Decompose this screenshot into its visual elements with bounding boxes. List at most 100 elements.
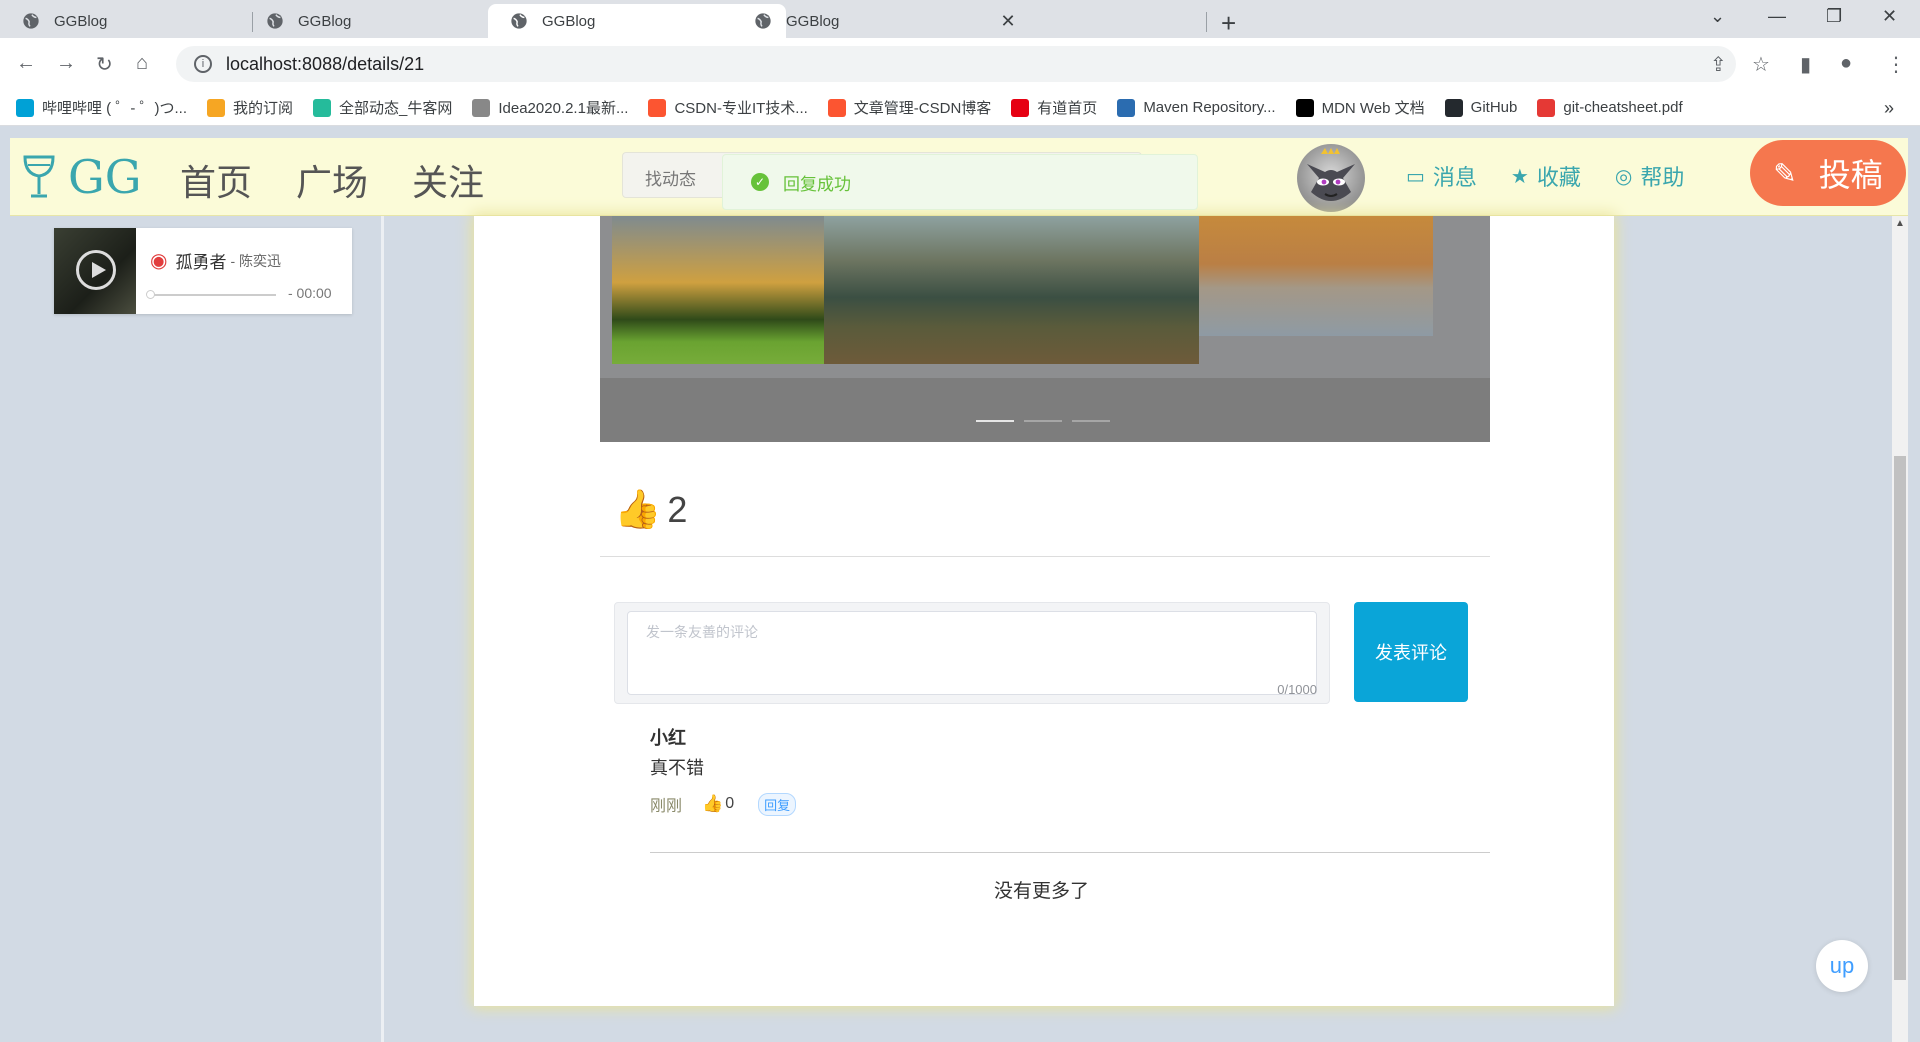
bookmark-label: CSDN-专业IT技术... xyxy=(674,100,808,117)
favorites-label: 收藏 xyxy=(1536,165,1581,190)
messages-label: 消息 xyxy=(1432,165,1477,190)
progress-handle[interactable] xyxy=(146,290,155,299)
profile-icon[interactable]: ● xyxy=(1840,52,1852,75)
bookmarks-more-icon[interactable]: » xyxy=(1884,98,1894,119)
bookmark-label: 有道首页 xyxy=(1037,100,1098,117)
thumbs-up-icon: 👍 xyxy=(702,794,724,813)
comment-input[interactable] xyxy=(627,611,1317,695)
carousel-indicator[interactable] xyxy=(976,420,1014,422)
bookmark-label: GitHub xyxy=(1470,99,1518,116)
bookmark-label: 哔哩哔哩 ( ゜- ゜)つ... xyxy=(42,100,187,117)
comment-like[interactable]: 👍 0 xyxy=(702,794,734,814)
comment-user[interactable]: 小红 xyxy=(650,724,796,750)
share-icon[interactable]: ⇪ xyxy=(1710,52,1727,77)
nav-square[interactable]: 广场 xyxy=(296,154,368,206)
song-artist: - 陈奕迅 xyxy=(230,252,282,269)
track-info: ◉ 孤勇者 - 陈奕迅 xyxy=(150,248,281,273)
minimize-icon[interactable]: — xyxy=(1768,6,1786,27)
scrollbar-thumb[interactable] xyxy=(1894,456,1906,980)
progress-bar[interactable] xyxy=(150,294,276,296)
new-tab-icon[interactable]: + xyxy=(1221,8,1236,39)
tab-title: GGBlog xyxy=(54,12,108,30)
close-window-icon[interactable]: ✕ xyxy=(1882,6,1897,27)
bookmark-item[interactable]: GitHub xyxy=(1444,98,1518,117)
nav-follow[interactable]: 关注 xyxy=(412,154,484,206)
bookmark-item[interactable]: 我的订阅 xyxy=(207,97,293,118)
back-icon[interactable]: ← xyxy=(16,52,36,75)
carousel-indicator[interactable] xyxy=(1072,420,1110,422)
bookmark-favicon-icon xyxy=(1117,98,1136,117)
scrollbar[interactable]: ▲ xyxy=(1892,216,1908,1042)
scroll-up-arrow-icon[interactable]: ▲ xyxy=(1895,218,1905,229)
home-icon[interactable]: ⌂ xyxy=(136,52,148,75)
favorites-link[interactable]: ★ 收藏 xyxy=(1511,160,1581,192)
bookmark-star-icon[interactable]: ☆ xyxy=(1752,52,1770,77)
carousel-image-lake xyxy=(1199,216,1433,336)
bookmark-favicon-icon xyxy=(827,98,846,117)
tab-title: GGBlog xyxy=(298,12,352,30)
globe-icon xyxy=(511,13,527,29)
post-like[interactable]: 👍 2 xyxy=(614,488,687,532)
close-tab-icon[interactable]: ✕ xyxy=(998,11,1018,32)
address-bar: ← → ↻ ⌂ i localhost:8088/details/21 ⇪ ☆ … xyxy=(0,38,1920,90)
submit-post-button[interactable]: ✎ 投稿 xyxy=(1750,140,1906,206)
help-label: 帮助 xyxy=(1640,165,1685,190)
message-icon: ▭ xyxy=(1406,165,1425,188)
bookmark-item[interactable]: MDN Web 文档 xyxy=(1295,97,1425,118)
wine-glass-icon xyxy=(23,155,55,198)
help-link[interactable]: ◎ 帮助 xyxy=(1615,160,1684,192)
bookmarks-bar: 哔哩哔哩 ( ゜- ゜)つ... 我的订阅 全部动态_牛客网 Idea2020.2.1… xyxy=(0,90,1920,126)
page-viewport: GG 首页 广场 关注 找动态 ▭ 消息 ★ 收藏 ◎ 帮助 ✎ 投稿 ◉ 孤勇… xyxy=(0,126,1920,1042)
restore-icon[interactable]: ❐ xyxy=(1826,6,1842,27)
divider xyxy=(650,852,1490,853)
bookmark-item[interactable]: git-cheatsheet.pdf xyxy=(1537,98,1683,117)
messages-link[interactable]: ▭ 消息 xyxy=(1406,160,1477,192)
album-cover xyxy=(54,228,136,314)
bookmark-item[interactable]: CSDN-专业IT技术... xyxy=(648,97,808,118)
back-to-top-button[interactable]: up xyxy=(1816,940,1868,992)
bookmark-item[interactable]: 哔哩哔哩 ( ゜- ゜)つ... xyxy=(16,97,187,118)
bookmark-favicon-icon xyxy=(16,98,34,117)
browser-tab[interactable]: GGBlog ✕ xyxy=(732,4,1030,38)
reload-icon[interactable]: ↻ xyxy=(96,52,113,77)
song-title: 孤勇者 xyxy=(175,253,227,272)
bookmark-label: 全部动态_牛客网 xyxy=(339,100,453,117)
bookmark-favicon-icon xyxy=(313,98,332,117)
toast-text: 回复成功 xyxy=(783,174,851,194)
bookmark-item[interactable]: 有道首页 xyxy=(1011,97,1097,118)
bookmark-item[interactable]: 文章管理-CSDN博客 xyxy=(827,97,991,118)
carousel-indicator[interactable] xyxy=(1024,420,1062,422)
pencil-icon: ✎ xyxy=(1773,157,1797,189)
site-logo[interactable]: GG xyxy=(22,150,142,204)
comment-text: 真不错 xyxy=(650,758,704,778)
bookmark-item[interactable]: Idea2020.2.1最新... xyxy=(472,97,628,118)
bookmark-favicon-icon xyxy=(1444,98,1463,117)
menu-icon[interactable]: ⋮ xyxy=(1886,52,1906,77)
image-carousel[interactable] xyxy=(600,216,1490,442)
bookmark-item[interactable]: 全部动态_牛客网 xyxy=(313,97,452,118)
avatar[interactable] xyxy=(1297,144,1365,212)
globe-icon xyxy=(755,13,771,29)
comment-time: 刚刚 xyxy=(650,798,683,815)
tab-search-icon[interactable]: ⌄ xyxy=(1710,6,1725,27)
bookmark-favicon-icon xyxy=(207,98,225,117)
side-panel-icon[interactable]: ▮ xyxy=(1800,52,1811,77)
play-icon[interactable] xyxy=(76,250,116,290)
reply-button[interactable]: 回复 xyxy=(758,792,797,816)
site-info-icon[interactable]: i xyxy=(194,55,212,73)
tab-separator xyxy=(1206,12,1207,32)
thumbs-up-icon: 👍 xyxy=(614,489,662,531)
forward-icon[interactable]: → xyxy=(56,52,76,75)
url-field[interactable]: i localhost:8088/details/21 xyxy=(176,46,1736,82)
submit-label: 投稿 xyxy=(1818,157,1883,193)
tab-title: GGBlog xyxy=(786,12,840,30)
bookmark-label: git-cheatsheet.pdf xyxy=(1563,99,1683,116)
comment-meta: 刚刚 👍 0 回复 xyxy=(650,792,797,816)
sidebar: ◉ 孤勇者 - 陈奕迅 - 00:00 xyxy=(10,216,384,1042)
carousel-indicators xyxy=(976,420,1120,422)
post-comment-button[interactable]: 发表评论 xyxy=(1354,602,1468,702)
nav-home[interactable]: 首页 xyxy=(180,154,252,206)
bookmark-item[interactable]: Maven Repository... xyxy=(1117,98,1276,117)
browser-tabstrip: GGBlog ✕ GGBlog ✕ GGBlog ✕ GGBlog ✕ + ⌄ … xyxy=(0,0,1920,38)
tab-title: GGBlog xyxy=(542,12,596,30)
